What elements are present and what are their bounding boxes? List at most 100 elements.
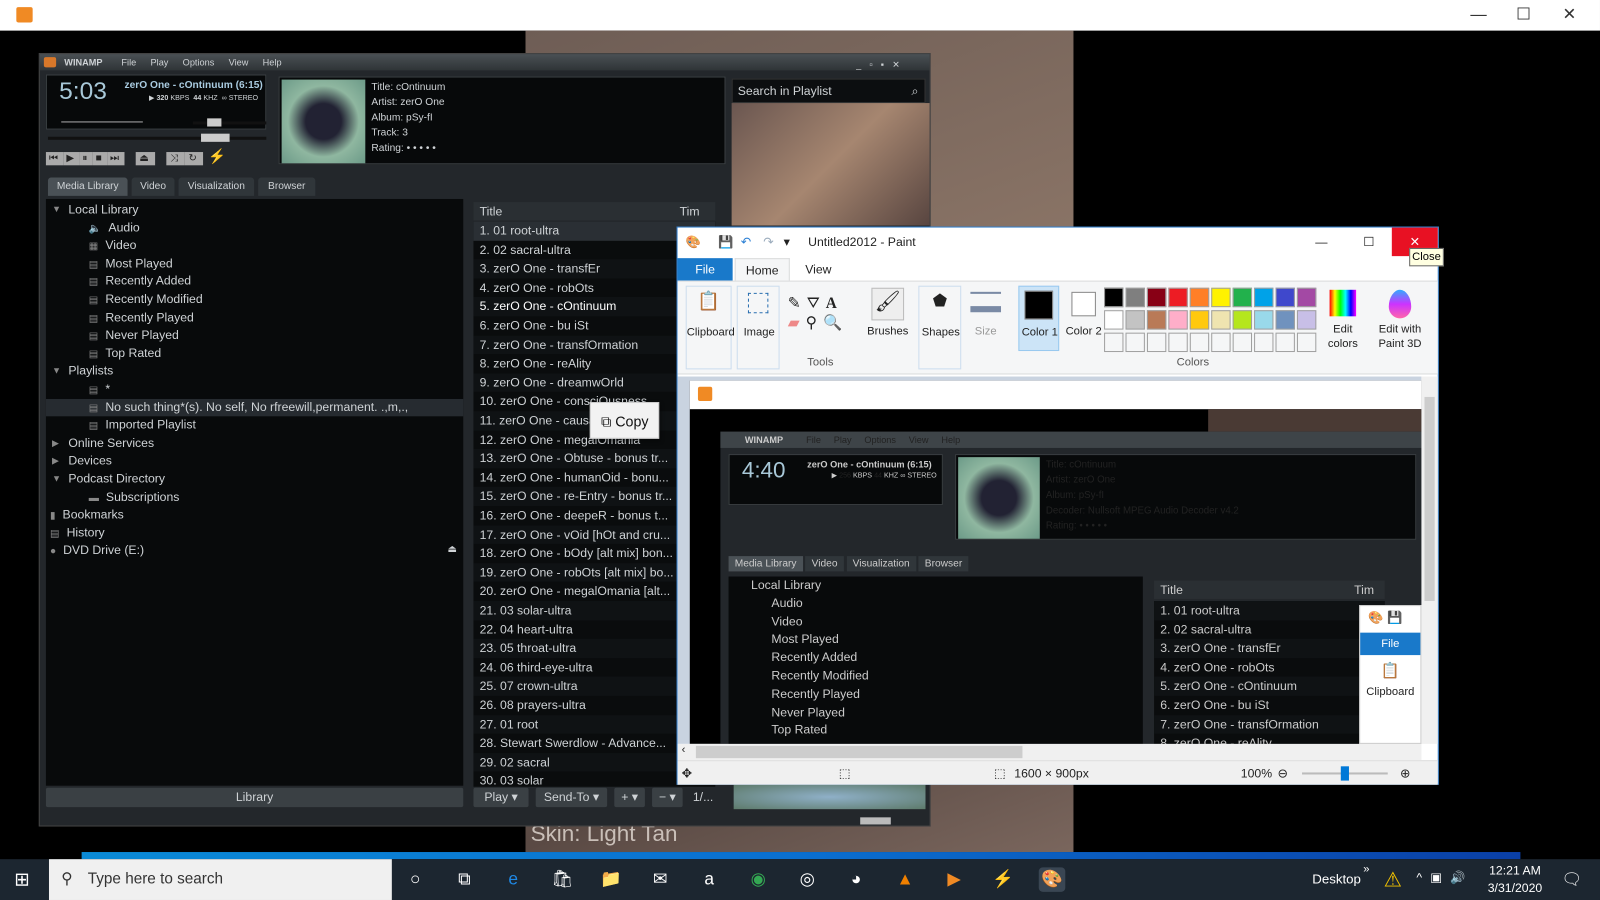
color-swatch[interactable]	[1211, 287, 1231, 308]
undo-icon[interactable]: ↶	[741, 228, 751, 257]
menu-file[interactable]: File	[121, 57, 136, 67]
next-button[interactable]: ⏭	[106, 152, 125, 166]
zoom-in-button[interactable]: ⊕	[1400, 761, 1410, 785]
tab-video[interactable]: Video	[131, 177, 175, 196]
color-swatch[interactable]	[1275, 310, 1295, 330]
color-swatch[interactable]	[1296, 287, 1317, 308]
warning-icon[interactable]: ⚠	[1384, 867, 1402, 893]
pause-button[interactable]: ⏸	[79, 152, 93, 166]
color-swatch[interactable]	[1104, 310, 1124, 330]
tab-file[interactable]: File	[677, 258, 733, 281]
color-swatch[interactable]	[1254, 332, 1274, 353]
store-icon[interactable]: 🛍	[549, 867, 576, 891]
tree-item[interactable]: ▼ Podcast Directory	[46, 470, 463, 488]
tree-item[interactable]: ● DVD Drive (E:)	[46, 542, 463, 560]
notifications-icon[interactable]: 🗨	[1561, 869, 1582, 889]
previous-button[interactable]: ⏮	[45, 152, 64, 166]
color-swatch[interactable]	[1125, 332, 1145, 353]
tree-item[interactable]: ▶ Devices	[46, 452, 463, 470]
color-swatch[interactable]	[1146, 310, 1167, 330]
tree-item[interactable]: ▤ Most Played	[46, 255, 463, 273]
tree-item[interactable]: ▤ Recently Modified	[46, 291, 463, 309]
playlist-search-input[interactable]: Search in Playlist ⌕	[731, 78, 926, 104]
play-dropdown-button[interactable]: Play ▾	[473, 787, 529, 808]
shapes-button[interactable]: ⬟ Shapes	[918, 285, 962, 370]
play-button[interactable]: ▶	[63, 152, 80, 166]
eject-button[interactable]: ⏏	[135, 152, 156, 166]
edit-colors-button[interactable]: Edit colors	[1322, 286, 1363, 351]
color-swatch[interactable]	[1189, 310, 1210, 330]
mail-icon[interactable]: ✉	[647, 867, 674, 891]
eraser-icon[interactable]: ▰	[788, 314, 806, 331]
send-to-button[interactable]: Send-To ▾	[535, 787, 608, 808]
seek-bar[interactable]	[47, 133, 267, 142]
close-button[interactable]: ✕	[1546, 0, 1593, 31]
tab-visualization[interactable]: Visualization	[178, 177, 255, 196]
color-swatch[interactable]	[1168, 310, 1188, 330]
paint-minimize-button[interactable]: —	[1315, 228, 1327, 257]
tab-home[interactable]: Home	[734, 258, 790, 282]
task-view-icon[interactable]: ⧉	[451, 867, 478, 891]
clipboard-button[interactable]: 📋 Clipboard	[685, 285, 735, 370]
tab-browser[interactable]: Browser	[258, 177, 316, 196]
resize-handle[interactable]	[860, 817, 891, 825]
file-explorer-icon[interactable]: 📁	[598, 867, 625, 891]
amazon-icon[interactable]: a	[696, 867, 723, 891]
tree-item[interactable]: ▦ Video	[46, 237, 463, 255]
color-swatch[interactable]	[1254, 310, 1274, 330]
tree-item[interactable]: ▤ Recently Added	[46, 273, 463, 291]
edge-icon[interactable]: e	[500, 867, 527, 891]
camera-icon[interactable]: ◎	[794, 867, 821, 891]
color-swatch[interactable]	[1275, 332, 1295, 353]
color-swatch[interactable]	[1211, 310, 1231, 330]
cortana-icon[interactable]: ○	[402, 867, 429, 891]
expand-arrow-icon[interactable]: ▶	[52, 434, 59, 452]
quick-access-dropdown-icon[interactable]: ▾	[784, 228, 790, 257]
color-swatch[interactable]	[1232, 287, 1253, 308]
system-tray[interactable]: ^▣🔊	[1416, 870, 1473, 884]
color1-button[interactable]: Color 1	[1018, 285, 1060, 352]
tree-item[interactable]: ▤ Imported Playlist	[46, 417, 463, 435]
tree-item[interactable]: ▼ Playlists	[46, 363, 463, 381]
column-title[interactable]: Title	[473, 204, 503, 218]
color-swatch[interactable]	[1125, 287, 1145, 308]
pencil-icon[interactable]: ✎	[788, 295, 807, 312]
remove-button[interactable]: − ▾	[652, 787, 683, 808]
minimize-button[interactable]: —	[1455, 0, 1502, 31]
tab-media-library[interactable]: Media Library	[47, 177, 128, 196]
paint-titlebar[interactable]: 🎨 💾 ↶ ↷ ▾ Untitled2012 - Paint — ☐ ✕	[678, 227, 1438, 257]
vertical-scrollbar[interactable]	[1421, 376, 1438, 744]
color-swatch[interactable]	[1296, 332, 1317, 353]
shuffle-button[interactable]: ⤨	[166, 152, 185, 166]
color-swatch[interactable]	[1125, 310, 1145, 330]
image-button[interactable]: Image	[736, 285, 780, 370]
taskbar-search-input[interactable]: ⚲ Type here to search	[48, 859, 392, 900]
edit-with-paint3d-button[interactable]: Edit with Paint 3D	[1371, 286, 1428, 351]
elapsed-time[interactable]: 5:03	[59, 78, 107, 107]
menu-options[interactable]: Options	[183, 57, 215, 67]
color2-button[interactable]: Color 2	[1063, 286, 1104, 351]
tree-item[interactable]: ▼ Local Library	[46, 201, 463, 219]
brushes-button[interactable]: 🖌 Brushes	[865, 286, 910, 347]
tree-item[interactable]: ▶ Online Services	[46, 434, 463, 452]
eject-drive-icon[interactable]: ⏏	[447, 544, 457, 555]
tab-view[interactable]: View	[798, 258, 839, 280]
stop-button[interactable]: ■	[92, 152, 107, 166]
color-picker-icon[interactable]: ⚲	[806, 314, 823, 331]
fill-icon[interactable]: ⛛	[807, 295, 826, 312]
menu-play[interactable]: Play	[151, 57, 169, 67]
vlc-icon[interactable]: ▲	[892, 867, 919, 891]
info-rating[interactable]: Rating: • • • • •	[371, 141, 445, 156]
tree-item[interactable]: ▤ Top Rated	[46, 345, 463, 363]
start-button[interactable]: ⊞	[14, 869, 29, 890]
color-swatch[interactable]	[1232, 332, 1253, 353]
search-icon[interactable]: ⌕	[911, 80, 918, 102]
scroll-thumb[interactable]	[695, 745, 1023, 759]
volume-slider[interactable]	[192, 118, 267, 127]
collapse-arrow-icon[interactable]: ▼	[52, 201, 61, 219]
color-swatch[interactable]	[1232, 310, 1253, 330]
zoom-thumb[interactable]	[1340, 766, 1349, 781]
color-swatch[interactable]	[1168, 287, 1188, 308]
size-button[interactable]: Size	[967, 286, 1004, 347]
seek-thumb[interactable]	[201, 133, 230, 142]
